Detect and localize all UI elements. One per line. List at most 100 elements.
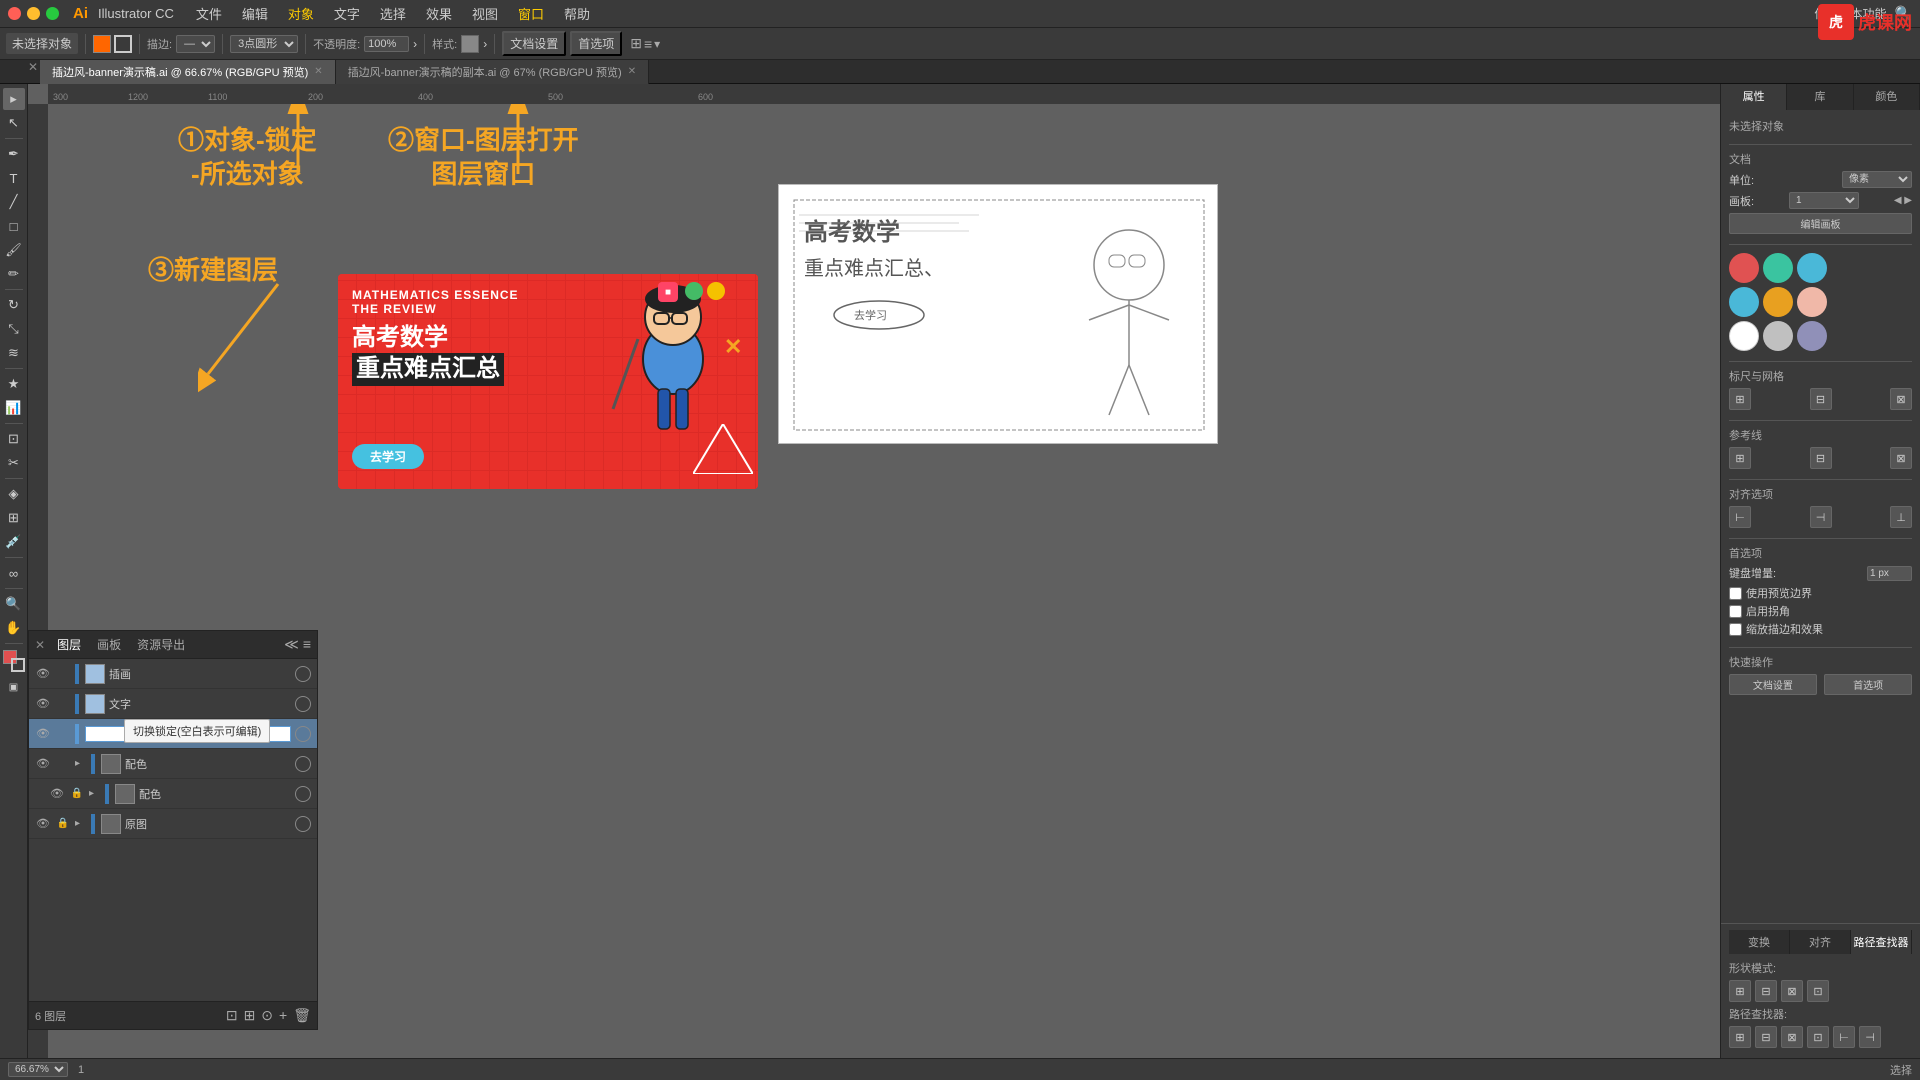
menu-view[interactable]: 视图 <box>464 2 506 25</box>
hand-tool[interactable]: ✋ <box>3 617 25 639</box>
shape-mode-2[interactable]: ⊟ <box>1755 980 1777 1002</box>
align-icon-3[interactable]: ⊠ <box>1890 388 1912 410</box>
rp-bottom-tab-transform[interactable]: 变换 <box>1729 930 1790 954</box>
path-finder-2[interactable]: ⊟ <box>1755 1026 1777 1048</box>
layer-lock-original[interactable]: 🔒 <box>55 816 71 832</box>
eyedropper-tool[interactable]: 💉 <box>3 531 25 553</box>
pen-tool[interactable]: ✒ <box>3 143 25 165</box>
layer-row-color-scheme[interactable]: 👁 ▸ 配色 <box>29 749 317 779</box>
shape-mode-3[interactable]: ⊠ <box>1781 980 1803 1002</box>
layer-arrow-color-scheme[interactable]: ▸ <box>75 758 87 769</box>
swatch-cyan[interactable] <box>1729 287 1759 317</box>
layer-arrow-original[interactable]: ▸ <box>75 818 87 829</box>
scale-tool[interactable]: ⤡ <box>3 318 25 340</box>
mesh-tool[interactable]: ⊞ <box>3 507 25 529</box>
direct-select-tool[interactable]: ↖ <box>3 112 25 134</box>
layers-delete-btn[interactable]: 🗑 <box>293 1007 311 1024</box>
refline-icon-1[interactable]: ⊞ <box>1729 447 1751 469</box>
shape-mode-4[interactable]: ⊡ <box>1807 980 1829 1002</box>
layers-menu-btn[interactable]: ≡ <box>303 636 311 653</box>
layer-eye-text[interactable]: 👁 <box>35 696 51 712</box>
zoom-tool[interactable]: 🔍 <box>3 593 25 615</box>
path-finder-6[interactable]: ⊣ <box>1859 1026 1881 1048</box>
layers-tab-artboards[interactable]: 画板 <box>93 634 125 655</box>
tab-2[interactable]: 插边风-banner演示稿的副本.ai @ 67% (RGB/GPU 预览) ✕ <box>336 60 649 84</box>
layer-lock-text[interactable] <box>55 696 71 712</box>
layer-lock-illustration[interactable] <box>55 666 71 682</box>
toolbar-icon-2[interactable]: ≡ <box>644 36 652 52</box>
tab-1-close[interactable]: ✕ <box>314 66 322 77</box>
symbol-tool[interactable]: ★ <box>3 373 25 395</box>
stroke-select[interactable]: — <box>176 35 215 53</box>
menu-text[interactable]: 文字 <box>326 2 368 25</box>
swatch-purple[interactable] <box>1797 321 1827 351</box>
path-finder-3[interactable]: ⊠ <box>1781 1026 1803 1048</box>
rp-keyboard-input[interactable] <box>1867 566 1912 581</box>
maximize-button[interactable] <box>46 7 59 20</box>
layer-visibility-illustration[interactable] <box>295 666 311 682</box>
menu-edit[interactable]: 编辑 <box>234 2 276 25</box>
refline-icon-3[interactable]: ⊠ <box>1890 447 1912 469</box>
slice-tool[interactable]: ✂ <box>3 452 25 474</box>
layers-arrange-btn[interactable]: ⊞ <box>244 1007 256 1024</box>
layers-panel-close[interactable]: ✕ <box>35 638 45 652</box>
opacity-input[interactable] <box>364 36 409 52</box>
shape-select[interactable]: 3点圆形 <box>230 35 298 53</box>
layer-visibility-cs-child[interactable] <box>295 786 311 802</box>
rp-bottom-tab-pathfinder[interactable]: 路径查找器 <box>1851 930 1912 954</box>
align-icon-2[interactable]: ⊟ <box>1810 388 1832 410</box>
layer-arrow-cs-child[interactable]: ▸ <box>89 788 101 799</box>
layer-lock-cs-child[interactable]: 🔒 <box>69 786 85 802</box>
rp-edit-artboard-btn[interactable]: 编辑画板 <box>1729 213 1912 234</box>
stroke-color-swatch[interactable] <box>114 35 132 53</box>
layer-eye-editing[interactable]: 👁 <box>35 726 51 742</box>
artboard-tool[interactable]: ⊡ <box>3 428 25 450</box>
layer-visibility-editing[interactable] <box>295 726 311 742</box>
swatch-green[interactable] <box>1763 253 1793 283</box>
rp-artboard-nav[interactable]: ◀ ▶ <box>1894 195 1912 206</box>
line-tool[interactable]: ╱ <box>3 191 25 213</box>
layer-lock-editing[interactable] <box>55 726 71 742</box>
swatch-peach[interactable] <box>1797 287 1827 317</box>
layer-eye-original[interactable]: 👁 <box>35 816 51 832</box>
rp-unit-select[interactable]: 像素 <box>1842 171 1912 188</box>
layers-collapse-btn[interactable]: ≪ <box>284 636 299 653</box>
rp-preferences-btn[interactable]: 首选项 <box>1824 674 1912 695</box>
layer-visibility-text[interactable] <box>295 696 311 712</box>
layer-eye-illustration[interactable]: 👁 <box>35 666 51 682</box>
close-button[interactable] <box>8 7 21 20</box>
swatch-orange[interactable] <box>1763 287 1793 317</box>
layer-row-text[interactable]: 👁 文字 <box>29 689 317 719</box>
tab-2-close[interactable]: ✕ <box>628 66 636 77</box>
shape-tool[interactable]: □ <box>3 215 25 237</box>
graph-tool[interactable]: 📊 <box>3 397 25 419</box>
menu-object[interactable]: 对象 <box>280 2 322 25</box>
align-opt-3[interactable]: ⊥ <box>1890 506 1912 528</box>
banner-button[interactable]: 去学习 <box>352 444 424 469</box>
layers-new-btn[interactable]: + <box>279 1007 287 1024</box>
layer-lock-color-scheme[interactable] <box>55 756 71 772</box>
preferences-button[interactable]: 首选项 <box>570 31 622 56</box>
tab-1[interactable]: 插边风-banner演示稿.ai @ 66.67% (RGB/GPU 预览) ✕ <box>40 60 336 84</box>
toolbar-icon-1[interactable]: ⊞ <box>630 35 642 52</box>
warp-tool[interactable]: ≋ <box>3 342 25 364</box>
swatch-gray[interactable] <box>1763 321 1793 351</box>
gradient-tool[interactable]: ◈ <box>3 483 25 505</box>
layers-tab-export[interactable]: 资源导出 <box>133 634 189 655</box>
swatch-blue[interactable] <box>1797 253 1827 283</box>
rp-preview-checkbox[interactable] <box>1729 587 1742 600</box>
select-tool[interactable]: ▸ <box>3 88 25 110</box>
doc-settings-button[interactable]: 文档设置 <box>502 31 566 56</box>
type-tool[interactable]: T <box>3 167 25 189</box>
align-icon-1[interactable]: ⊞ <box>1729 388 1751 410</box>
path-finder-4[interactable]: ⊡ <box>1807 1026 1829 1048</box>
pencil-tool[interactable]: ✏ <box>3 263 25 285</box>
menu-effects[interactable]: 效果 <box>418 2 460 25</box>
layer-visibility-cs[interactable] <box>295 756 311 772</box>
rp-snap-effect-checkbox[interactable] <box>1729 623 1742 636</box>
align-opt-2[interactable]: ⊣ <box>1810 506 1832 528</box>
layer-row-original[interactable]: 👁 🔒 ▸ 原图 <box>29 809 317 839</box>
paintbrush-tool[interactable]: 🖌 <box>3 239 25 261</box>
blend-tool[interactable]: ∞ <box>3 562 25 584</box>
layer-eye-cs-child[interactable]: 👁 <box>49 786 65 802</box>
